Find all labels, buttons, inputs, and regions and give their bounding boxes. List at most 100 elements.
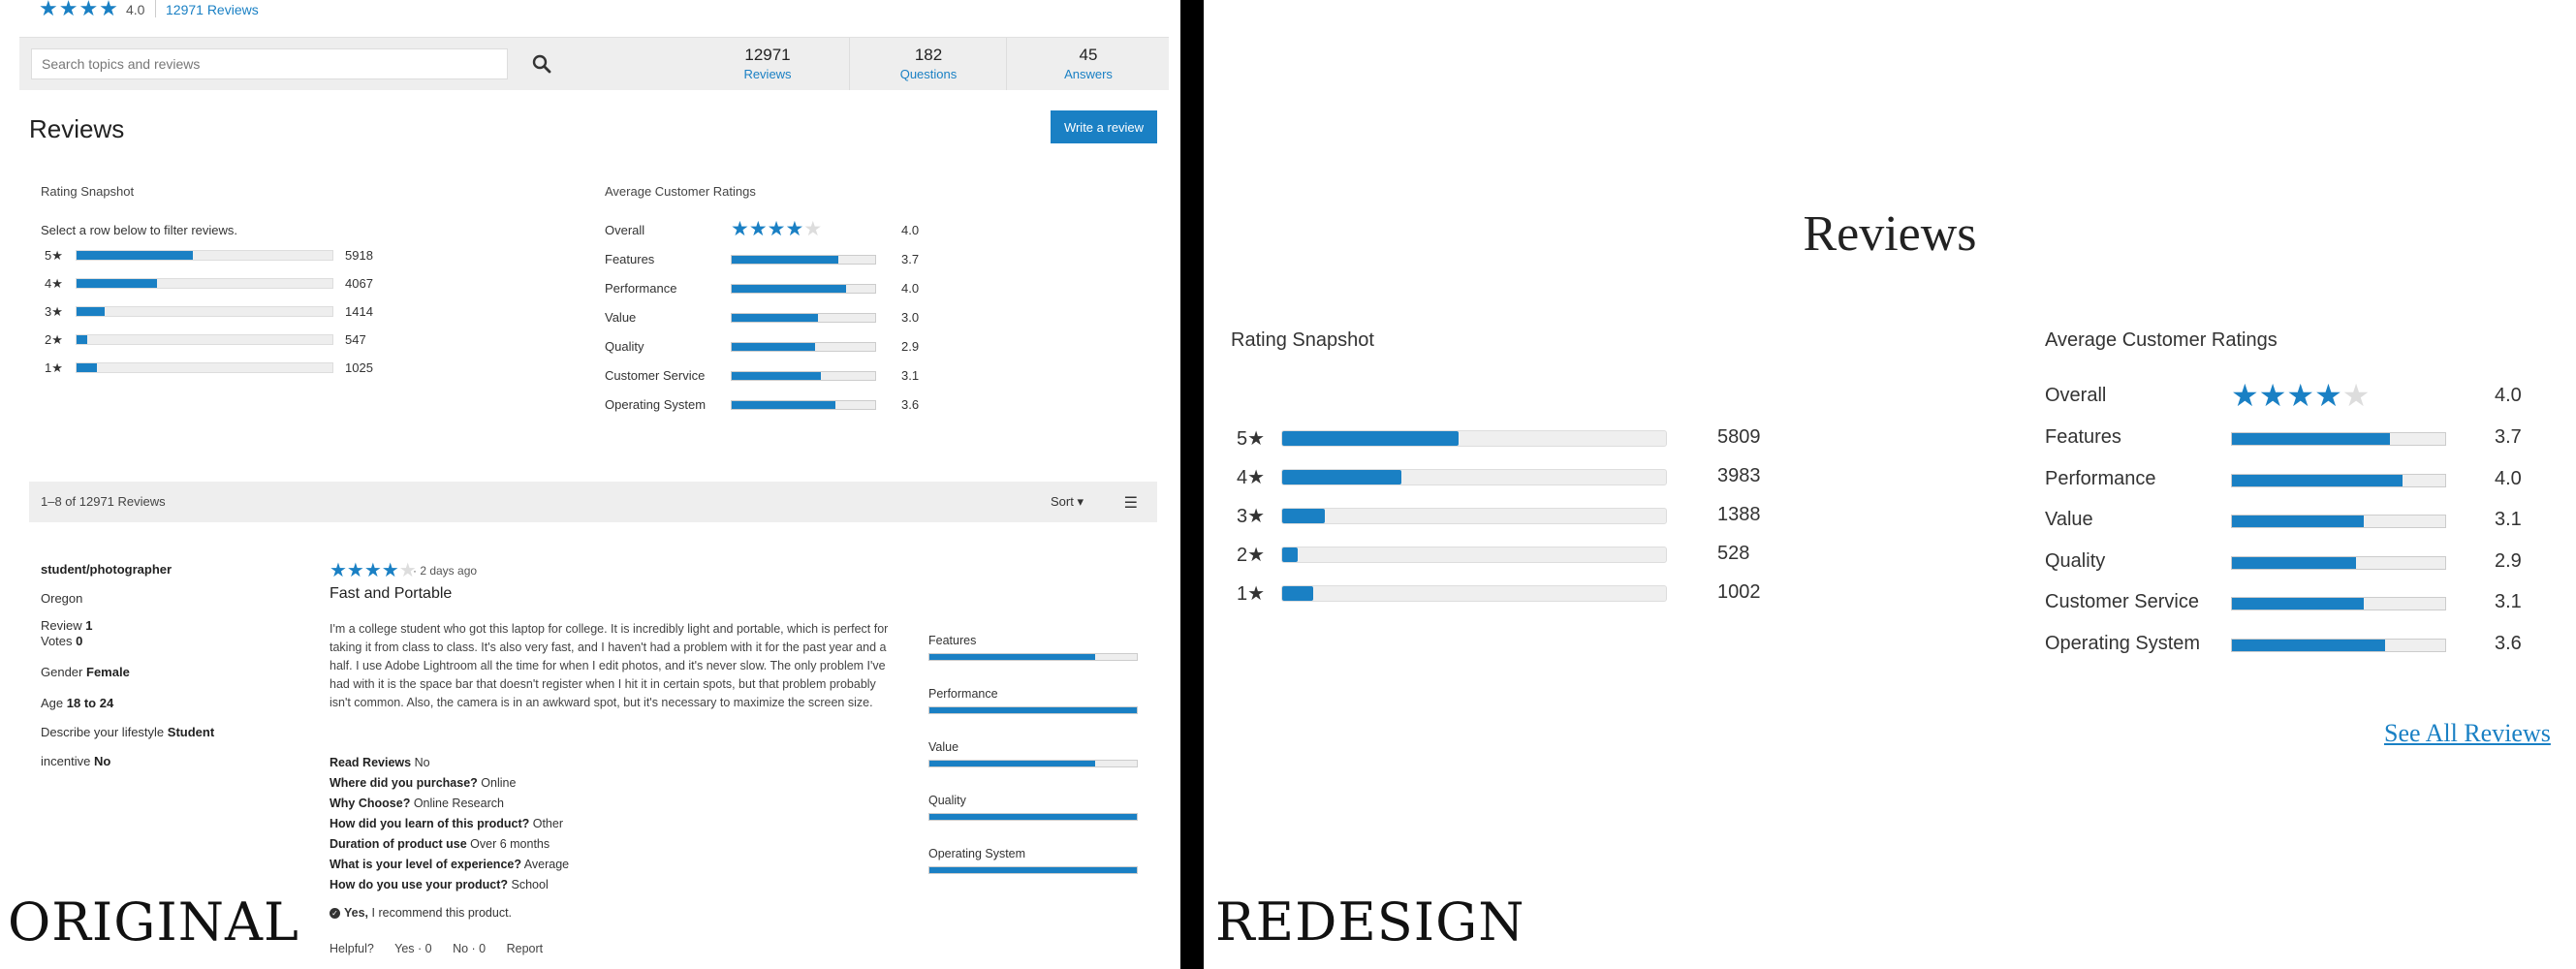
average-bar-fill: [732, 285, 847, 293]
average-rating-value: 3.7: [2495, 426, 2522, 448]
review-qa-answer: Other: [532, 817, 563, 830]
review-qa-item: How did you learn of this product? Other: [330, 817, 563, 830]
sub-rating-track: [928, 866, 1138, 874]
report-link[interactable]: Report: [507, 942, 544, 955]
stat-questions[interactable]: 182 Questions: [856, 46, 1001, 81]
rating-bar-fill: [1282, 547, 1298, 562]
rating-filter-row[interactable]: 2★ 547: [45, 330, 393, 352]
review-meta-value: No: [93, 754, 111, 768]
review-qa-item: How do you use your product? School: [330, 878, 549, 891]
average-rating-label: Value: [605, 310, 637, 325]
rating-bar-track: [1281, 585, 1667, 602]
average-bar-fill: [2232, 516, 2365, 527]
rating-filter-row[interactable]: 5★ 5918: [45, 246, 393, 267]
average-rating-label: Value: [2045, 509, 2093, 530]
rating-filter-row[interactable]: 1★ 1002: [1237, 579, 1779, 607]
rating-bar-fill: [1282, 431, 1460, 446]
average-bar-fill: [732, 401, 835, 409]
redesign-label: REDESIGN: [1215, 891, 1525, 953]
rating-bar-fill: [1282, 586, 1313, 601]
empty-star: ★: [803, 218, 823, 240]
review-meta-key: Review: [41, 618, 82, 633]
review-qa-answer: Online: [481, 776, 517, 790]
helpful-yes-button[interactable]: Yes · 0: [394, 942, 431, 955]
search-input[interactable]: [31, 48, 508, 79]
see-all-reviews-link[interactable]: See All Reviews: [2384, 719, 2551, 748]
review-meta-item: Gender Female: [41, 665, 130, 679]
rating-filter-row[interactable]: 4★ 3983: [1237, 463, 1779, 490]
empty-star: ★: [2341, 378, 2371, 413]
rating-star-label: 5★: [45, 248, 63, 263]
rating-count: 5918: [345, 248, 373, 263]
rating-filter-row[interactable]: 2★ 528: [1237, 541, 1779, 568]
average-bar-fill: [2232, 598, 2365, 610]
rating-filter-row[interactable]: 3★ 1388: [1237, 502, 1779, 529]
rating-star-label: 5★: [1237, 428, 1266, 450]
rating-bar-track: [1281, 469, 1667, 485]
stat-reviews[interactable]: 12971 Reviews: [695, 46, 840, 81]
sub-rating-label: Value: [928, 740, 959, 754]
check-icon: ✓: [330, 908, 340, 920]
average-bar-track: [2231, 597, 2446, 610]
average-overall-label: Overall: [605, 223, 645, 237]
average-overall-row: Overall ★★★★★ 4.0: [605, 218, 934, 242]
filled-stars: ★★★★: [330, 560, 399, 581]
helpful-label: Helpful?: [330, 942, 374, 955]
average-rating-label: Quality: [605, 339, 644, 354]
summary-review-count-link[interactable]: 12971 Reviews: [166, 2, 259, 17]
review-location: Oregon: [41, 591, 83, 606]
rating-count: 1002: [1717, 581, 1761, 603]
rating-filter-row[interactable]: 1★ 1025: [45, 359, 393, 380]
rating-star-label: 4★: [1237, 467, 1266, 488]
average-bar-fill: [732, 256, 838, 264]
average-rating-value: 3.0: [901, 310, 920, 325]
rating-count: 3983: [1717, 465, 1761, 486]
sub-rating-track: [928, 813, 1138, 821]
review-sub-rating: Value: [928, 740, 1142, 767]
review-sub-rating: Performance: [928, 687, 1142, 714]
average-bar-track: [2231, 555, 2446, 570]
sub-rating-label: Operating System: [928, 847, 1026, 860]
sort-button[interactable]: Sort ▾: [1045, 493, 1089, 511]
rating-count: 4067: [345, 276, 373, 291]
summary-stars: ★★★★: [39, 0, 119, 20]
rating-bar-track: [76, 250, 333, 261]
average-rating-label: Customer Service: [2045, 591, 2199, 612]
review-title: Fast and Portable: [330, 585, 453, 602]
helpful-no-button[interactable]: No · 0: [453, 942, 486, 955]
review-meta-item: Review 1: [41, 618, 92, 633]
average-bar-fill: [2232, 639, 2386, 651]
review-sub-rating: Operating System: [928, 847, 1142, 874]
stat-divider: [849, 38, 850, 90]
reviews-heading: Reviews: [29, 114, 125, 143]
average-rating-value: 3.1: [2495, 509, 2522, 530]
rating-filter-row[interactable]: 4★ 4067: [45, 274, 393, 296]
review-meta-value: 0: [76, 634, 83, 648]
stat-answers[interactable]: 45 Answers: [1016, 46, 1161, 81]
average-rating-value: 2.9: [901, 339, 920, 354]
review-sub-rating: Features: [928, 634, 1142, 661]
rating-bar-fill: [77, 335, 88, 344]
search-icon[interactable]: [531, 53, 552, 75]
rating-filter-row[interactable]: 5★ 5809: [1237, 424, 1779, 452]
review-meta-value: Student: [167, 725, 215, 739]
panel-divider: [1180, 0, 1204, 969]
rating-count: 547: [345, 332, 366, 347]
average-rating-label: Operating System: [605, 397, 707, 412]
average-rating-row: Value 3.1: [2045, 509, 2522, 536]
menu-icon[interactable]: ☰: [1124, 493, 1138, 513]
average-bar-fill: [732, 314, 818, 322]
review-meta-item: incentive No: [41, 754, 110, 768]
write-review-button[interactable]: Write a review: [1051, 110, 1157, 143]
average-rating-value: 4.0: [901, 281, 920, 296]
rating-count: 528: [1717, 543, 1750, 564]
average-bar-fill: [2232, 433, 2390, 445]
average-bar-track: [2231, 638, 2446, 652]
average-rating-value: 3.1: [2495, 591, 2522, 612]
rating-snapshot-title: Rating Snapshot: [41, 184, 135, 199]
rating-bar-fill: [77, 251, 194, 260]
recommendation: ✓ Yes, I recommend this product.: [330, 906, 512, 920]
review-meta-item: Votes 0: [41, 634, 82, 648]
stat-divider: [1006, 38, 1007, 90]
rating-filter-row[interactable]: 3★ 1414: [45, 302, 393, 324]
